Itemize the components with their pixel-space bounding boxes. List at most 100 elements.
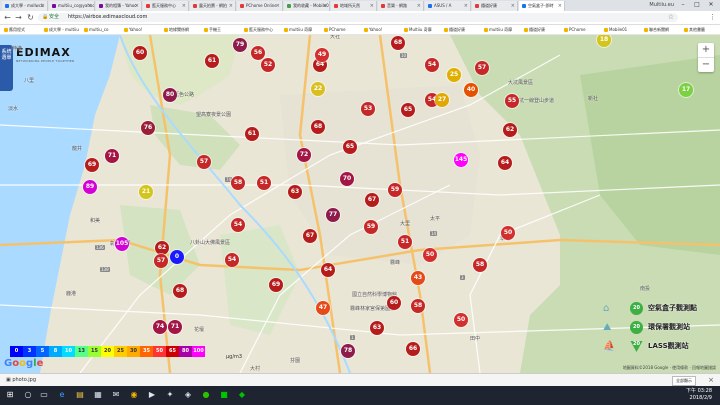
- airbox-marker[interactable]: 68: [173, 284, 187, 298]
- bookmark-item[interactable]: PChome: [324, 25, 346, 34]
- download-item[interactable]: ▣ photo.jpg: [6, 376, 36, 385]
- browser-tab[interactable]: 地域所天然 ×: [331, 1, 377, 11]
- airbox-marker[interactable]: 76: [141, 121, 155, 135]
- airbox-marker[interactable]: 47: [316, 301, 330, 315]
- airbox-marker[interactable]: 61: [245, 127, 259, 141]
- airbox-marker[interactable]: 64: [321, 263, 335, 277]
- forward-icon[interactable]: →: [13, 12, 24, 23]
- airbox-marker[interactable]: 54: [231, 218, 245, 232]
- media-icon[interactable]: ▶: [146, 389, 158, 401]
- airbox-marker[interactable]: 51: [398, 235, 412, 249]
- search-icon[interactable]: ○: [22, 389, 34, 401]
- airbox-marker[interactable]: 58: [411, 299, 425, 313]
- windows-start-icon[interactable]: ⊞: [4, 389, 16, 401]
- airbox-marker[interactable]: 56: [251, 46, 265, 60]
- airbox-marker[interactable]: 63: [288, 185, 302, 199]
- airbox-marker[interactable]: 67: [365, 193, 379, 207]
- close-tab-icon[interactable]: ×: [229, 1, 233, 11]
- airbox-marker[interactable]: 64: [498, 156, 512, 170]
- airbox-marker[interactable]: 74: [153, 320, 167, 334]
- close-tab-icon[interactable]: ×: [135, 1, 139, 11]
- airbox-marker[interactable]: 60: [387, 296, 401, 310]
- airbox-marker[interactable]: 59: [364, 220, 378, 234]
- airbox-marker[interactable]: 66: [406, 342, 420, 356]
- zoom-out-button[interactable]: −: [698, 58, 714, 72]
- zoom-in-button[interactable]: +: [698, 43, 714, 58]
- airbox-marker[interactable]: 17: [679, 83, 693, 97]
- airbox-marker[interactable]: 21: [139, 185, 153, 199]
- minimize-button[interactable]: –: [676, 0, 690, 10]
- airbox-marker[interactable]: 57: [154, 254, 168, 268]
- airbox-marker[interactable]: 89: [83, 180, 97, 194]
- airbox-marker[interactable]: 57: [475, 61, 489, 75]
- browser-tab[interactable]: 藍天服務中心 ×: [143, 1, 189, 11]
- close-tab-icon[interactable]: ×: [417, 1, 421, 11]
- file-explorer-icon[interactable]: ▤: [74, 389, 86, 401]
- airbox-marker[interactable]: 58: [231, 176, 245, 190]
- bookmark-item[interactable]: Yahoo!: [364, 25, 382, 34]
- airbox-marker[interactable]: 52: [261, 58, 275, 72]
- airbox-marker[interactable]: 68: [391, 36, 405, 50]
- close-tab-icon[interactable]: ×: [558, 1, 562, 11]
- bookmark-star-icon[interactable]: ☆: [668, 13, 674, 22]
- line-app-icon[interactable]: ◆: [236, 389, 248, 401]
- close-tab-icon[interactable]: ×: [511, 1, 515, 11]
- airbox-marker[interactable]: 54: [425, 58, 439, 72]
- close-tab-icon[interactable]: ×: [182, 1, 186, 11]
- browser-tab[interactable]: multiiu_co@yahoo ×: [49, 1, 95, 11]
- airbox-marker[interactable]: 79: [233, 38, 247, 52]
- bookmark-item[interactable]: 其他書籤: [684, 25, 705, 34]
- back-icon[interactable]: ←: [2, 12, 13, 23]
- airbox-marker[interactable]: 72: [297, 148, 311, 162]
- airbox-marker[interactable]: 57: [197, 155, 211, 169]
- airbox-marker[interactable]: 50: [454, 313, 468, 327]
- close-window-button[interactable]: ✕: [704, 0, 718, 10]
- map-view[interactable]: 系統選單 EDIMAX NETWORKING PEOPLE TOGETHER 大…: [0, 35, 720, 373]
- airbox-marker[interactable]: 65: [401, 103, 415, 117]
- airbox-marker[interactable]: 65: [343, 140, 357, 154]
- airbox-marker[interactable]: 59: [388, 183, 402, 197]
- airbox-marker[interactable]: 77: [326, 208, 340, 222]
- airbox-marker[interactable]: 50: [423, 248, 437, 262]
- airbox-marker[interactable]: 69: [269, 278, 283, 292]
- close-tab-icon[interactable]: ×: [464, 1, 468, 11]
- airbox-marker[interactable]: 55: [505, 94, 519, 108]
- browser-tab[interactable]: 音樂 - 網路 ×: [378, 1, 424, 11]
- browser-tab[interactable]: 我的相簿 - Yahoo ×: [96, 1, 142, 11]
- close-tab-icon[interactable]: ×: [323, 1, 327, 11]
- url-input[interactable]: 🔒 安全 https://airbox.edimaxcloud.com ☆: [38, 13, 678, 22]
- show-all-downloads-button[interactable]: 全部顯示: [672, 376, 696, 386]
- airbox-marker[interactable]: 0: [170, 250, 184, 264]
- bookmark-item[interactable]: 聯合新聞網: [644, 25, 669, 34]
- edge-icon[interactable]: e: [56, 389, 68, 401]
- close-tab-icon[interactable]: ×: [88, 1, 92, 11]
- airbox-marker[interactable]: 50: [501, 226, 515, 240]
- airbox-marker[interactable]: 67: [303, 229, 317, 243]
- wechat-icon[interactable]: ●: [200, 389, 212, 401]
- browser-tab[interactable]: ASUS / A ×: [425, 1, 471, 11]
- airbox-marker[interactable]: 49: [315, 48, 329, 62]
- bookmark-item[interactable]: 藍天服務中心: [244, 25, 273, 34]
- bookmark-item[interactable]: PChome: [564, 25, 586, 34]
- browser-tab[interactable]: PChome Online ×: [237, 1, 283, 11]
- bookmark-item[interactable]: multiiu 奇摩: [484, 25, 512, 34]
- reload-icon[interactable]: ↻: [25, 12, 36, 23]
- browser-tab[interactable]: 露天拍賣 - 網拍 ×: [190, 1, 236, 11]
- browser-tab[interactable]: 我的收藏 - Mobile01 ×: [284, 1, 330, 11]
- airbox-marker[interactable]: 54: [225, 253, 239, 267]
- airbox-marker[interactable]: 68: [311, 120, 325, 134]
- bookmark-item[interactable]: 成大學 - multiiu: [44, 25, 79, 34]
- photos-icon[interactable]: ◈: [182, 389, 194, 401]
- airbox-marker[interactable]: 61: [205, 54, 219, 68]
- bookmark-item[interactable]: 手機王: [204, 25, 221, 34]
- close-download-shelf-icon[interactable]: ×: [708, 375, 714, 385]
- airbox-marker[interactable]: 63: [370, 321, 384, 335]
- bookmark-item[interactable]: 鐵道好康: [444, 25, 465, 34]
- airbox-marker[interactable]: 145: [454, 153, 468, 167]
- browser-tab[interactable]: 成大學 - mollwcb ×: [2, 1, 48, 11]
- airbox-marker[interactable]: 71: [105, 149, 119, 163]
- line-icon[interactable]: ■: [218, 389, 230, 401]
- airbox-marker[interactable]: 62: [503, 123, 517, 137]
- airbox-marker[interactable]: 51: [257, 176, 271, 190]
- airbox-marker[interactable]: 78: [341, 344, 355, 358]
